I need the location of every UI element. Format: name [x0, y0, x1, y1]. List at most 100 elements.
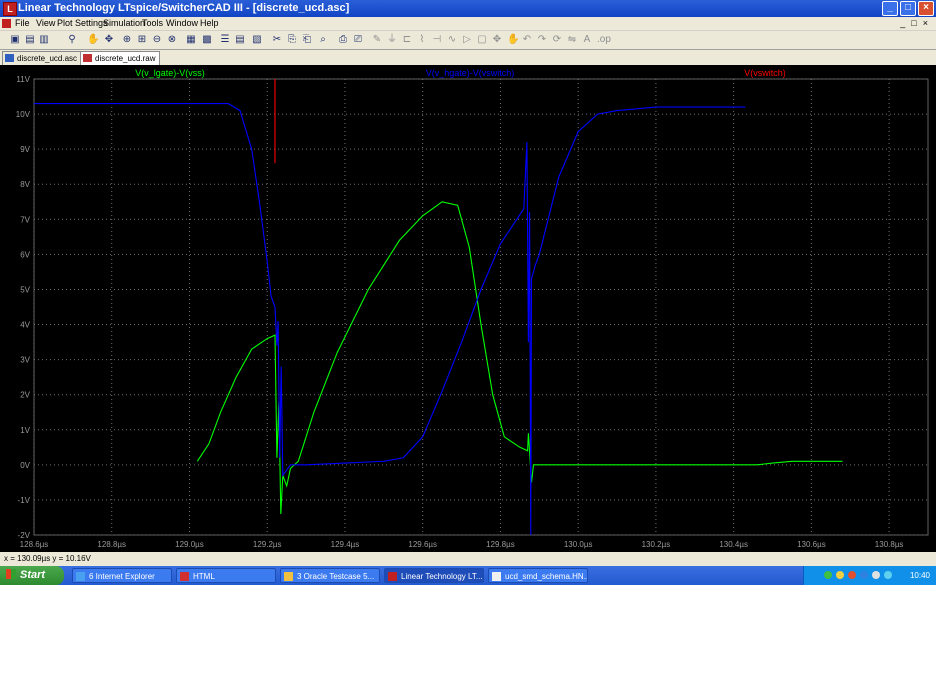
x-tick-label: 130.0µs — [564, 540, 593, 549]
task-ltspice[interactable]: Linear Technology LT... — [384, 568, 484, 583]
y-tick-label: 3V — [20, 356, 30, 365]
task-ltspice-label: Linear Technology LT... — [401, 572, 483, 581]
y-tick-label: 10V — [16, 110, 31, 119]
tab-schematic[interactable]: discrete_ucd.asc — [2, 51, 83, 66]
y-tick-label: 4V — [20, 321, 30, 330]
x-tick-label: 130.2µs — [642, 540, 671, 549]
bluetooth-icon[interactable] — [860, 571, 868, 579]
print-preview-icon[interactable]: ⎚ — [353, 34, 363, 45]
ltspice-window: L Linear Technology LTspice/SwitcherCAD … — [0, 0, 936, 585]
inductor-icon[interactable]: ∿ — [447, 34, 457, 45]
maximize-button[interactable]: □ — [900, 1, 916, 16]
start-label: Start — [20, 569, 46, 581]
tab-waveform[interactable]: discrete_ucd.raw — [80, 51, 161, 66]
mirror-icon[interactable]: ⇋ — [567, 34, 577, 45]
y-tick-label: 8V — [20, 180, 30, 189]
capacitor-icon[interactable]: ⊣ — [432, 34, 442, 45]
folder-icon — [284, 572, 293, 581]
autorange-icon[interactable]: ▦ — [186, 34, 196, 45]
rotate-icon[interactable]: ⟳ — [552, 34, 562, 45]
y-tick-label: 2V — [20, 391, 30, 400]
zoom-area-icon[interactable]: ⊞ — [137, 34, 147, 45]
windows-flag-icon — [6, 569, 16, 579]
tile-icon[interactable]: ☰ — [220, 34, 230, 45]
waveform-chart[interactable]: -2V -1V 0V 1V 2V 3V 4V 5V 6V 7V 8V 9V 10V 11V 128.6µs 1… — [0, 65, 936, 552]
text-icon[interactable]: A — [582, 34, 592, 45]
run-icon[interactable]: ⚲ — [67, 34, 77, 45]
spice-directive-icon[interactable]: .op — [597, 34, 611, 45]
drag-icon[interactable]: ✋ — [507, 34, 519, 45]
volume-icon[interactable] — [872, 571, 880, 579]
find-icon[interactable]: ⌕ — [318, 34, 328, 45]
document-tabs: discrete_ucd.asc discrete_ucd.raw — [0, 50, 936, 66]
task-html[interactable]: HTML — [176, 568, 276, 583]
menu-tools[interactable]: Tools — [142, 18, 163, 28]
pan-icon[interactable]: ✥ — [104, 34, 114, 45]
wire-icon[interactable]: ✎ — [372, 34, 382, 45]
zoom-in-icon[interactable]: ⊕ — [122, 34, 132, 45]
y-tick-label: 1V — [20, 426, 30, 435]
legend-entry: V(vswitch) — [744, 68, 786, 78]
document-icon[interactable] — [2, 19, 11, 28]
x-tick-label: 130.8µs — [875, 540, 904, 549]
cursor-readout: x = 130.09µs y = 10.16V — [4, 554, 91, 563]
security-icon[interactable] — [836, 571, 844, 579]
paste-icon[interactable]: ⎗ — [302, 34, 312, 45]
task-oracle-label: 3 Oracle Testcase 5... — [297, 572, 375, 581]
diode-icon[interactable]: ▷ — [462, 34, 472, 45]
task-html-label: HTML — [193, 572, 215, 581]
x-tick-label: 129.0µs — [175, 540, 204, 549]
new-schematic-icon[interactable]: ▣ — [10, 34, 20, 45]
toolbar: ▣ ▤ ▥ ⚲ ✋ ✥ ⊕ ⊞ ⊖ ⊗ ▦ ▩ ☰ ▤ ▧ ✂ ⎘ ⎗ ⌕ ⎙ … — [0, 31, 936, 50]
title-bar: L Linear Technology LTspice/SwitcherCAD … — [0, 0, 936, 17]
ground-icon[interactable]: ⏚ — [387, 34, 397, 45]
menu-simulation[interactable]: Simulation — [103, 18, 145, 28]
component-icon[interactable]: ▢ — [477, 34, 487, 45]
x-tick-label: 130.6µs — [797, 540, 826, 549]
x-tick-label: 130.4µs — [719, 540, 748, 549]
antivirus-icon[interactable] — [848, 571, 856, 579]
undo-icon[interactable]: ↶ — [522, 34, 532, 45]
copy-icon[interactable]: ⎘ — [287, 34, 297, 45]
grid-icon[interactable]: ▩ — [202, 34, 212, 45]
open-icon[interactable]: ▤ — [25, 34, 35, 45]
series-line — [34, 103, 746, 536]
close-window-icon[interactable]: ▧ — [252, 34, 262, 45]
minimize-button[interactable]: _ — [882, 1, 898, 16]
menu-window[interactable]: Window — [166, 18, 198, 28]
halt-icon[interactable]: ✋ — [87, 34, 99, 45]
ltspice-icon[interactable]: L — [3, 2, 17, 16]
task-ie[interactable]: 6 Internet Explorer — [72, 568, 172, 583]
zoom-out-icon[interactable]: ⊖ — [152, 34, 162, 45]
y-tick-label: 7V — [20, 215, 30, 224]
save-icon[interactable]: ▥ — [39, 34, 49, 45]
task-ucd-label: ucd_smd_schema.HN... — [505, 572, 588, 581]
menu-help[interactable]: Help — [200, 18, 219, 28]
network-icon[interactable] — [824, 571, 832, 579]
menu-view[interactable]: View — [36, 18, 55, 28]
cascade-icon[interactable]: ▤ — [235, 34, 245, 45]
close-button[interactable]: × — [918, 1, 934, 16]
legend-entry: V(v_hgate)-V(vswitch) — [426, 68, 515, 78]
menu-file[interactable]: File — [15, 18, 30, 28]
task-oracle[interactable]: 3 Oracle Testcase 5... — [280, 568, 380, 583]
cut-icon[interactable]: ✂ — [272, 34, 282, 45]
label-icon[interactable]: ⊏ — [402, 34, 412, 45]
ie-icon — [76, 572, 85, 581]
start-button[interactable]: Start — [0, 566, 64, 585]
waveform-plot[interactable]: -2V -1V 0V 1V 2V 3V 4V 5V 6V 7V 8V 9V 10V 11V 128.6µs 1… — [0, 65, 936, 552]
menu-plot-settings[interactable]: Plot Settings — [57, 18, 108, 28]
task-ucd[interactable]: ucd_smd_schema.HN... — [488, 568, 588, 583]
x-tick-label: 129.8µs — [486, 540, 515, 549]
move-icon[interactable]: ✥ — [492, 34, 502, 45]
y-tick-label: 5V — [20, 285, 30, 294]
print-icon[interactable]: ⎙ — [338, 34, 348, 45]
redo-icon[interactable]: ↷ — [537, 34, 547, 45]
document-task-icon — [492, 572, 501, 581]
resistor-icon[interactable]: ⌇ — [417, 34, 427, 45]
mdi-buttons[interactable]: _□× — [900, 18, 934, 28]
zoom-fit-icon[interactable]: ⊗ — [167, 34, 177, 45]
display-icon[interactable] — [884, 571, 892, 579]
system-tray: 10:40 — [803, 566, 936, 585]
x-tick-label: 129.2µs — [253, 540, 282, 549]
